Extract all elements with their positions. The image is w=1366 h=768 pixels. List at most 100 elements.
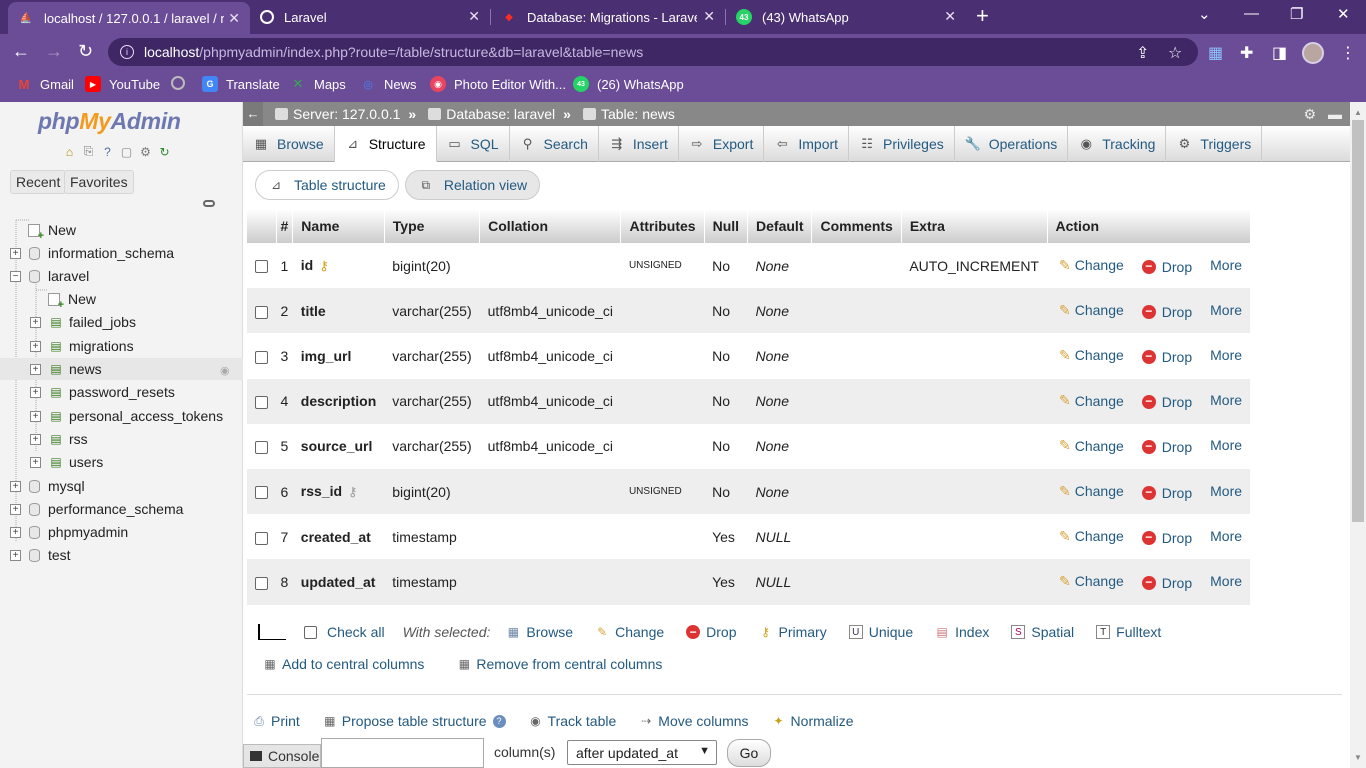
cell-name[interactable]: title — [292, 288, 385, 334]
tree-table-failed-jobs[interactable]: + ▤ failed_jobs — [30, 311, 136, 333]
drop-button[interactable]: − Drop — [1141, 485, 1192, 501]
expand-icon[interactable]: + — [10, 247, 21, 259]
tree-db-mysql[interactable]: + mysql — [10, 475, 85, 497]
close-icon[interactable]: ✕ — [224, 10, 240, 27]
tab-search-icon[interactable]: ⌄ — [1198, 5, 1211, 23]
address-bar[interactable]: i localhost/phpmyadmin/index.php?route=/… — [108, 38, 1198, 66]
home-icon[interactable]: ⌂ — [62, 144, 77, 159]
expand-icon[interactable]: + — [30, 410, 41, 422]
more-button[interactable]: More — [1210, 347, 1242, 363]
check-all-checkbox[interactable] — [304, 625, 317, 639]
bulk-unique-button[interactable]: U Unique — [848, 624, 913, 640]
cell-name[interactable]: source_url — [292, 423, 385, 469]
more-button[interactable]: More — [1210, 257, 1242, 273]
tab-whatsapp[interactable]: 43 (43) WhatsApp ✕ — [726, 0, 966, 34]
change-button[interactable]: ✎ Change — [1059, 437, 1124, 454]
tree-db-performance-schema[interactable]: + performance_schema — [10, 498, 183, 520]
drop-button[interactable]: − Drop — [1141, 259, 1192, 275]
tree-db-laravel[interactable]: − laravel — [10, 265, 89, 287]
more-button[interactable]: More — [1210, 483, 1242, 499]
back-icon[interactable]: ← — [12, 41, 30, 62]
tree-new-table[interactable]: New — [48, 288, 96, 311]
close-icon[interactable]: ✕ — [699, 8, 715, 25]
drop-button[interactable]: − Drop — [1141, 575, 1192, 591]
expand-icon[interactable]: + — [30, 456, 41, 468]
subtab-table-structure[interactable]: ⊿ Table structure — [255, 170, 399, 200]
tab-operations[interactable]: 🔧 Operations — [955, 126, 1069, 162]
bookmark-maps[interactable]: ✕ Maps — [290, 76, 346, 92]
new-tab-button[interactable]: + — [976, 3, 989, 29]
bulk-change-button[interactable]: ✎ Change — [595, 624, 664, 640]
bulk-drop-button[interactable]: − Drop — [686, 624, 737, 640]
track-table-link[interactable]: ◉ Track table — [528, 713, 616, 729]
tab-sql[interactable]: ▭ SQL — [437, 126, 510, 162]
bookmark-photo-editor[interactable]: ◉ Photo Editor With... — [430, 76, 566, 92]
tree-table-users[interactable]: + ▤ users — [30, 451, 103, 473]
bulk-fulltext-button[interactable]: T Fulltext — [1096, 624, 1161, 640]
drop-button[interactable]: − Drop — [1141, 439, 1192, 455]
expand-icon[interactable]: + — [10, 480, 21, 492]
main-scrollbar[interactable]: ▲ ▼ — [1350, 102, 1366, 768]
add-columns-position-select[interactable]: after updated_at ▼ — [567, 740, 717, 765]
expand-icon[interactable]: + — [10, 549, 21, 561]
subtab-relation-view[interactable]: ⧉ Relation view — [404, 170, 541, 200]
tab-phpmyadmin[interactable]: ⛵ localhost / 127.0.0.1 / laravel / news… — [8, 2, 250, 34]
propose-structure-link[interactable]: ▦ Propose table structure? — [322, 713, 506, 729]
change-button[interactable]: ✎ Change — [1059, 257, 1124, 274]
tab-search[interactable]: ⚲ Search — [510, 126, 599, 162]
phpmyadmin-logo[interactable]: phpMyAdmin — [38, 108, 181, 135]
browser-menu-icon[interactable]: ⋮ — [1340, 43, 1356, 63]
add-columns-count-input[interactable] — [321, 738, 484, 768]
tab-triggers[interactable]: ⚙ Triggers — [1166, 126, 1263, 162]
change-button[interactable]: ✎ Change — [1059, 392, 1124, 409]
close-window-icon[interactable]: ✕ — [1337, 5, 1350, 23]
expand-icon[interactable]: + — [30, 433, 41, 445]
bookmark-whatsapp[interactable]: 43 (26) WhatsApp — [573, 76, 684, 92]
tree-table-migrations[interactable]: + ▤ migrations — [30, 335, 134, 357]
site-info-icon[interactable]: i — [120, 45, 134, 59]
settings-gear-icon[interactable]: ⚙ — [1303, 106, 1316, 123]
tree-table-rss[interactable]: + ▤ rss — [30, 428, 88, 450]
change-button[interactable]: ✎ Change — [1059, 347, 1124, 364]
help-icon[interactable]: ? — [492, 714, 506, 728]
expand-icon[interactable]: + — [30, 363, 41, 375]
expand-icon[interactable]: + — [10, 503, 21, 515]
profile-avatar[interactable] — [1302, 42, 1324, 64]
collapse-icon[interactable]: − — [10, 270, 21, 282]
row-checkbox[interactable] — [255, 350, 268, 364]
add-central-columns-link[interactable]: ▦ Add to central columns — [262, 656, 424, 672]
bulk-browse-button[interactable]: ▦ Browse — [506, 624, 573, 640]
normalize-link[interactable]: ✦ Normalize — [771, 713, 854, 729]
more-button[interactable]: More — [1210, 392, 1242, 408]
minimize-icon[interactable]: — — [1244, 5, 1259, 22]
tab-insert[interactable]: ⇶ Insert — [599, 126, 679, 162]
docs-icon[interactable]: ▢ — [119, 144, 134, 159]
hide-eye-icon[interactable]: ◉ — [220, 364, 230, 377]
drop-button[interactable]: − Drop — [1141, 394, 1192, 410]
link-with-main-panel-icon[interactable] — [203, 200, 215, 207]
reload-nav-icon[interactable]: ↻ — [157, 144, 172, 159]
cell-name[interactable]: id ⚷ — [292, 243, 385, 289]
row-checkbox[interactable] — [255, 486, 268, 500]
tab-browse[interactable]: ▦ Browse — [243, 126, 335, 162]
tab-laravel[interactable]: Laravel ✕ — [250, 0, 490, 34]
reload-icon[interactable]: ↻ — [78, 41, 93, 62]
scrollbar-thumb[interactable] — [1352, 120, 1364, 522]
tab-privileges[interactable]: ☷ Privileges — [849, 126, 955, 162]
share-icon[interactable]: ⇪ — [1136, 43, 1149, 63]
expand-icon[interactable]: + — [30, 316, 41, 328]
favorites-button[interactable]: Favorites — [64, 170, 134, 194]
close-icon[interactable]: ✕ — [468, 8, 480, 25]
print-link[interactable]: ⎙ Print — [251, 713, 300, 729]
logout-icon[interactable]: ⎘ — [81, 144, 96, 159]
bookmark-star-icon[interactable]: ☆ — [1168, 43, 1182, 63]
app-grid-icon[interactable]: ▦ — [1208, 43, 1223, 63]
bulk-index-button[interactable]: ▤ Index — [935, 624, 989, 640]
change-button[interactable]: ✎ Change — [1059, 573, 1124, 590]
bookmark-translate[interactable]: G Translate — [202, 76, 280, 92]
bookmark-globe[interactable] — [171, 76, 193, 90]
bulk-spatial-button[interactable]: S Spatial — [1011, 624, 1074, 640]
drop-button[interactable]: − Drop — [1141, 349, 1192, 365]
tree-db-phpmyadmin[interactable]: + phpmyadmin — [10, 521, 128, 543]
cell-name[interactable]: rss_id ⚷ — [292, 468, 385, 515]
